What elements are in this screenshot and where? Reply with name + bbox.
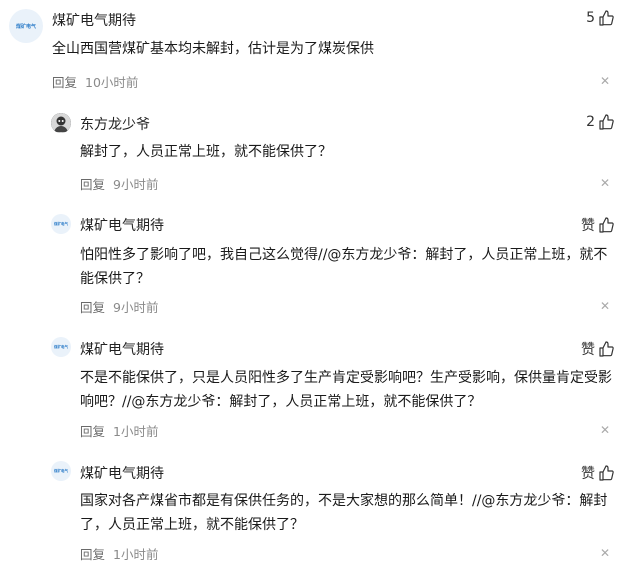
like-count: 5 — [586, 10, 595, 26]
like-button[interactable]: 赞 — [581, 339, 614, 359]
comment-text: 解封了，人员正常上班，就不能保供了？ — [80, 144, 332, 160]
thumbs-up-icon — [599, 217, 614, 233]
username[interactable]: 煤矿电气期待 — [52, 10, 136, 30]
avatar-logo: 煤矿电气 — [54, 468, 68, 473]
close-icon[interactable]: ✕ — [600, 299, 610, 313]
comment-text: 全山西国营煤矿基本均未解封，估计是为了煤炭保供 — [52, 41, 374, 57]
reply-button[interactable]: 回复 — [80, 421, 105, 440]
username[interactable]: 煤矿电气期待 — [80, 215, 164, 235]
username[interactable]: 煤矿电气期待 — [80, 463, 164, 483]
avatar[interactable]: 煤矿电气 — [51, 337, 71, 357]
timestamp: 1小时前 — [113, 547, 159, 562]
comment-meta: 回复 1小时前 — [80, 544, 158, 563]
timestamp: 1小时前 — [113, 424, 159, 439]
avatar[interactable]: 煤矿电气 — [51, 461, 71, 481]
username[interactable]: 煤矿电气期待 — [80, 339, 164, 359]
thumbs-up-icon — [599, 114, 614, 130]
username[interactable]: 东方龙少爷 — [80, 114, 150, 134]
reply-item: 煤矿电气 煤矿电气期待 赞 怕阳性多了影响了吧，我自己这么觉得//@东方龙少爷：… — [0, 205, 624, 330]
comment-text: 怕阳性多了影响了吧，我自己这么觉得//@东方龙少爷：解封了，人员正常上班，就不能… — [80, 247, 608, 287]
avatar[interactable]: 煤矿电气 — [51, 214, 71, 234]
reply-item: 煤矿电气 煤矿电气期待 赞 国家对各产煤省市都是有保供任务的，不是大家想的那么简… — [0, 455, 624, 572]
reply-button[interactable]: 回复 — [80, 544, 105, 563]
like-button[interactable]: 5 — [586, 10, 614, 26]
avatar-image — [51, 113, 71, 133]
close-icon[interactable]: ✕ — [600, 423, 610, 437]
comment-item: 煤矿电气 煤矿电气期待 5 全山西国营煤矿基本均未解封，估计是为了煤炭保供 回复… — [0, 0, 624, 100]
comment-text: 国家对各产煤省市都是有保供任务的，不是大家想的那么简单！//@东方龙少爷：解封了… — [80, 493, 608, 533]
reply-button[interactable]: 回复 — [80, 297, 105, 316]
like-label: 赞 — [581, 466, 595, 482]
close-icon[interactable]: ✕ — [600, 74, 610, 88]
like-button[interactable]: 赞 — [581, 215, 614, 235]
like-label: 赞 — [581, 342, 595, 358]
reply-button[interactable]: 回复 — [52, 72, 77, 91]
timestamp: 9小时前 — [113, 177, 159, 192]
comment-meta: 回复 10小时前 — [52, 72, 138, 91]
thumbs-up-icon — [599, 465, 614, 481]
like-button[interactable]: 赞 — [581, 463, 614, 483]
timestamp: 10小时前 — [85, 75, 139, 90]
comment-meta: 回复 9小时前 — [80, 297, 158, 316]
comment-text: 不是不能保供了，只是人员阳性多了生产肯定受影响吧？生产受影响，保供量肯定受影响吧… — [80, 370, 612, 410]
reply-item: 东方龙少爷 2 解封了，人员正常上班，就不能保供了？ 回复 9小时前 ✕ — [0, 100, 624, 205]
thumbs-up-icon — [599, 10, 614, 26]
avatar[interactable]: 煤矿电气 — [9, 9, 43, 43]
close-icon[interactable]: ✕ — [600, 546, 610, 560]
like-label: 赞 — [581, 218, 595, 234]
reply-item: 煤矿电气 煤矿电气期待 赞 不是不能保供了，只是人员阳性多了生产肯定受影响吧？生… — [0, 330, 624, 455]
comment-meta: 回复 1小时前 — [80, 421, 158, 440]
like-count: 2 — [586, 114, 595, 130]
avatar-logo: 煤矿电气 — [54, 344, 68, 349]
avatar-logo: 煤矿电气 — [54, 221, 68, 226]
timestamp: 9小时前 — [113, 300, 159, 315]
reply-button[interactable]: 回复 — [80, 174, 105, 193]
avatar[interactable] — [51, 113, 71, 133]
comment-meta: 回复 9小时前 — [80, 174, 158, 193]
avatar-logo: 煤矿电气 — [15, 23, 36, 30]
thumbs-up-icon — [599, 341, 614, 357]
close-icon[interactable]: ✕ — [600, 176, 610, 190]
like-button[interactable]: 2 — [586, 114, 614, 130]
